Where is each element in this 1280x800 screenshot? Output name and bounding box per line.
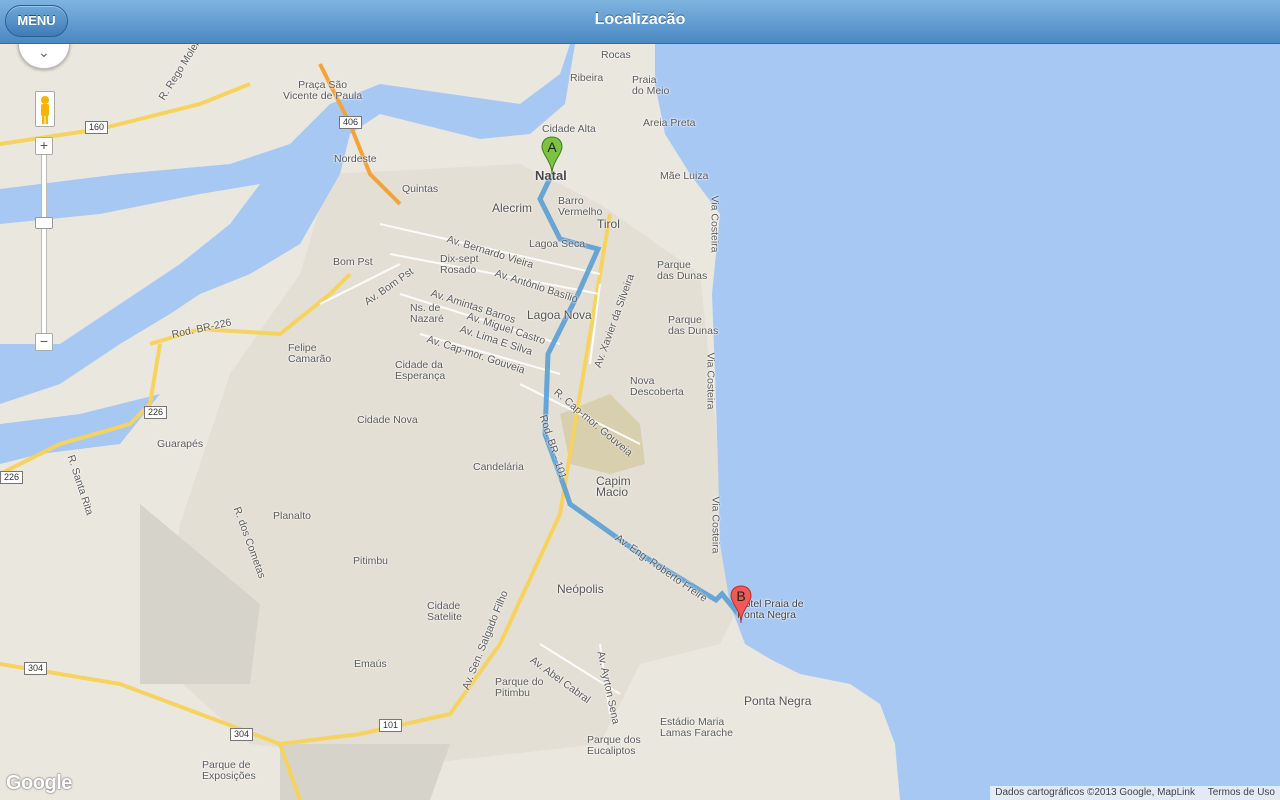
place-label: Emaús: [354, 658, 387, 670]
place-label: Guarapés: [157, 438, 204, 450]
place-label: Barro Vermelho: [558, 195, 603, 218]
road-shield: 304: [24, 662, 48, 675]
street-view-pegman-icon[interactable]: [35, 91, 55, 127]
road-shield: 226: [0, 471, 24, 484]
place-label: Alecrim: [492, 201, 533, 215]
zoom-slider-track[interactable]: [41, 154, 47, 346]
road-shield: 160: [85, 121, 109, 134]
place-label: Planalto: [273, 510, 311, 522]
place-label: Ponta Negra: [744, 694, 812, 708]
zoom-out-button[interactable]: −: [35, 333, 53, 351]
place-label: Pitimbu: [353, 555, 389, 567]
place-label: Cidade da Esperança: [395, 359, 446, 382]
zoom-slider-handle[interactable]: [35, 217, 53, 229]
terms-link[interactable]: Termos de Uso: [1203, 787, 1280, 798]
place-label: Parque dos Eucaliptos: [587, 734, 641, 757]
place-label: Parque do Pitimbu: [495, 676, 544, 699]
place-label: Lagoa Nova: [527, 308, 592, 322]
place-label: Parque das Dunas: [657, 259, 708, 282]
map-attribution: Dados cartográficos ©2013 Google, MapLin…: [990, 786, 1280, 800]
road-label: Via Costeira: [704, 352, 717, 410]
road-shield: 304: [230, 728, 254, 741]
map-view[interactable]: Rocas Ribeira Praia do Meio Cidade Alta …: [0, 44, 1280, 800]
place-label: Parque de Exposições: [202, 759, 256, 782]
map-canvas: [0, 44, 1280, 800]
place-label: Cidade Satelite: [427, 600, 463, 623]
place-label: Capim Macio: [596, 474, 631, 499]
place-label: Nova Descoberta: [630, 375, 684, 398]
place-label: Ns. de Nazaré: [410, 302, 444, 325]
place-label: Felipe Camarão: [288, 342, 332, 365]
place-label: Cidade Nova: [357, 414, 418, 426]
place-label: Praia do Meio: [632, 74, 670, 97]
marker-letter: A: [547, 139, 557, 155]
zoom-in-button[interactable]: +: [35, 137, 53, 155]
marker-start[interactable]: A: [541, 136, 563, 176]
place-label: Rocas: [601, 49, 631, 61]
road-label: Via Costeira: [708, 195, 721, 253]
place-label: Nordeste: [334, 153, 377, 165]
place-label: Cidade Alta: [542, 123, 596, 135]
place-label: Lagoa Seca: [529, 238, 586, 250]
road-shield: 101: [379, 719, 403, 732]
place-label: Ribeira: [570, 72, 604, 84]
place-label: Tirol: [597, 217, 620, 231]
place-label: Bom Pst: [333, 256, 373, 268]
app-header: MENU Localizacão: [0, 0, 1280, 44]
place-label: Parque das Dunas: [668, 314, 719, 337]
pan-chevron-icon: ⌄: [38, 44, 50, 60]
attribution-text: Dados cartográficos ©2013 Google, MapLin…: [995, 787, 1195, 798]
road-label: Via Costeira: [709, 496, 722, 554]
marker-end[interactable]: B: [730, 585, 752, 625]
place-label: Mãe Luiza: [660, 170, 709, 182]
road-shield: 226: [144, 406, 168, 419]
road-shield: 406: [339, 116, 363, 129]
place-label: Areia Preta: [643, 117, 696, 129]
marker-letter: B: [736, 588, 746, 604]
google-logo: Google: [6, 772, 72, 794]
place-label: Dix-sept Rosado: [440, 253, 479, 276]
place-label: Praça São Vicente de Paula: [283, 79, 363, 102]
place-label: Neópolis: [557, 582, 604, 596]
place-label: Candelária: [473, 461, 524, 473]
place-label: Quintas: [402, 183, 439, 195]
page-title: Localizacão: [594, 11, 686, 28]
place-label: Estádio Maria Lamas Farache: [660, 716, 733, 739]
